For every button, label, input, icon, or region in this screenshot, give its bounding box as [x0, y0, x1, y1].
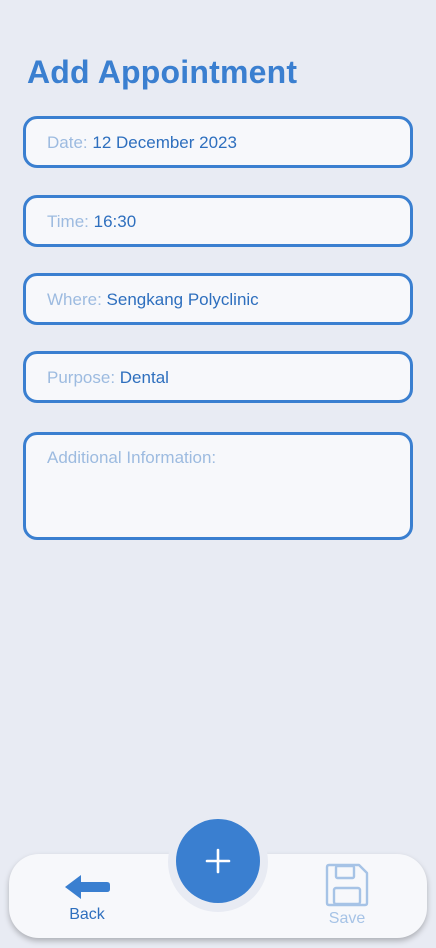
time-field[interactable]: Time: 16:30 — [23, 195, 413, 247]
plus-icon — [205, 848, 231, 874]
arrow-left-icon — [65, 875, 110, 899]
where-value: Sengkang Polyclinic — [106, 289, 259, 309]
additional-information-field[interactable]: Additional Information: — [23, 432, 413, 540]
date-value: 12 December 2023 — [92, 132, 237, 152]
where-label: Where: — [47, 289, 102, 309]
floppy-disk-icon — [325, 863, 369, 907]
date-field[interactable]: Date: 12 December 2023 — [23, 116, 413, 168]
additional-information-label: Additional Information: — [47, 448, 217, 467]
time-value: 16:30 — [93, 211, 137, 231]
page-title: Add Appointment — [27, 54, 298, 90]
date-label: Date: — [47, 132, 88, 152]
purpose-field[interactable]: Purpose: Dental — [23, 351, 413, 403]
purpose-value: Dental — [119, 367, 169, 387]
purpose-label: Purpose: — [47, 367, 116, 387]
where-field[interactable]: Where: Sengkang Polyclinic — [23, 273, 413, 325]
add-button[interactable] — [176, 819, 260, 903]
save-button[interactable]: Save — [316, 862, 378, 932]
time-label: Time: — [47, 211, 89, 231]
back-button[interactable]: Back — [56, 872, 118, 928]
back-label: Back — [69, 906, 105, 923]
save-label: Save — [328, 910, 366, 927]
